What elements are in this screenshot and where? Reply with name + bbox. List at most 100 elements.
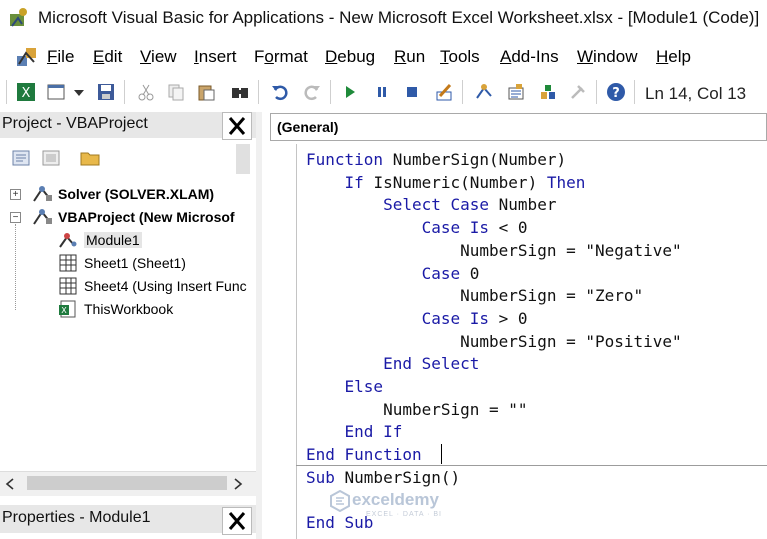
- watermark-subtext: EXCEL · DATA · BI: [366, 511, 442, 518]
- vba-project-icon: [33, 186, 52, 202]
- object-browser-icon[interactable]: [538, 82, 558, 102]
- scroll-right-icon[interactable]: [232, 477, 244, 491]
- scroll-left-icon[interactable]: [4, 477, 16, 491]
- menu-addins[interactable]: Add-Ins: [500, 47, 559, 67]
- tree-item-thisworkbook[interactable]: ThisWorkbook: [84, 301, 173, 317]
- properties-pane-close-button[interactable]: [222, 507, 252, 535]
- module-icon: [59, 233, 77, 248]
- insert-userform-icon[interactable]: [46, 82, 66, 102]
- design-mode-icon[interactable]: [434, 82, 454, 102]
- menu-debug[interactable]: Debug: [325, 47, 375, 67]
- code-line[interactable]: End Sub: [306, 513, 373, 533]
- standard-toolbar: X ? Ln 14, Col 13: [0, 74, 767, 110]
- view-code-icon[interactable]: [12, 150, 30, 166]
- text-caret: [441, 444, 442, 464]
- find-icon[interactable]: [230, 82, 250, 102]
- tree-line: [15, 224, 17, 310]
- close-icon: [228, 512, 246, 530]
- paste-icon[interactable]: [196, 82, 216, 102]
- menu-run[interactable]: Run: [394, 47, 425, 67]
- toolbar-separator: [330, 80, 331, 104]
- tree-expander[interactable]: −: [10, 212, 21, 223]
- code-line[interactable]: Select Case Number: [306, 195, 556, 215]
- properties-icon[interactable]: [506, 82, 526, 102]
- menu-tools[interactable]: Tools: [440, 47, 480, 67]
- tree-expander[interactable]: +: [10, 189, 21, 200]
- tree-item-vbaproject[interactable]: VBAProject (New Microsof: [58, 209, 235, 225]
- object-dropdown-value: (General): [277, 119, 339, 135]
- code-line[interactable]: Case Is > 0: [306, 309, 528, 329]
- help-icon[interactable]: ?: [606, 82, 626, 102]
- undo-icon[interactable]: [270, 82, 290, 102]
- menu-edit[interactable]: Edit: [93, 47, 122, 67]
- redo-icon[interactable]: [302, 82, 322, 102]
- reset-icon[interactable]: [402, 82, 422, 102]
- toolbar-separator: [462, 80, 463, 104]
- run-icon[interactable]: [340, 82, 360, 102]
- procedure-separator: [296, 465, 767, 466]
- sheet-icon: [59, 277, 77, 295]
- code-line[interactable]: Else: [306, 377, 384, 397]
- code-line[interactable]: End If: [306, 422, 403, 442]
- menu-help[interactable]: Help: [656, 47, 691, 67]
- code-line[interactable]: NumberSign = "Negative": [306, 241, 682, 261]
- save-icon[interactable]: [96, 82, 116, 102]
- toolbar-separator: [634, 80, 635, 104]
- watermark-logo-icon: [330, 490, 350, 512]
- toolbar-separator: [124, 80, 125, 104]
- project-vscroll[interactable]: [236, 144, 250, 174]
- cursor-position: Ln 14, Col 13: [645, 84, 747, 103]
- code-line[interactable]: NumberSign = "Zero": [306, 286, 643, 306]
- svg-text:X: X: [22, 86, 31, 101]
- toolbar-separator: [596, 80, 597, 104]
- menu-insert[interactable]: Insert: [194, 47, 237, 67]
- watermark-text: exceldemy: [352, 490, 439, 509]
- properties-pane-title: Properties - Module1: [0, 505, 256, 533]
- vba-project-icon: [33, 209, 52, 225]
- cut-icon[interactable]: [136, 82, 156, 102]
- tree-item-sheet1[interactable]: Sheet1 (Sheet1): [84, 255, 186, 271]
- toggle-folders-icon[interactable]: [80, 150, 100, 166]
- toolbox-icon[interactable]: [568, 82, 588, 102]
- copy-icon[interactable]: [166, 82, 186, 102]
- menu-format[interactable]: Format: [254, 47, 308, 67]
- project-pane-title: Project - VBAProject: [0, 112, 256, 138]
- properties-pane-title-text: Properties - Module1: [2, 509, 151, 526]
- code-line[interactable]: End Function: [306, 445, 422, 465]
- code-line[interactable]: NumberSign = "": [306, 400, 528, 420]
- close-icon: [228, 117, 246, 135]
- object-dropdown[interactable]: (General): [270, 113, 767, 141]
- project-explorer-icon[interactable]: [474, 82, 494, 102]
- menu-window[interactable]: Window: [577, 47, 637, 67]
- tree-item-sheet4[interactable]: Sheet4 (Using Insert Func: [84, 278, 247, 294]
- project-hscroll[interactable]: [0, 471, 256, 496]
- code-line[interactable]: Case 0: [306, 264, 480, 284]
- svg-text:X: X: [61, 306, 67, 315]
- project-tree: + Solver (SOLVER.XLAM) − VBAProject (New…: [0, 178, 257, 470]
- code-margin[interactable]: [262, 144, 297, 539]
- code-line[interactable]: Sub NumberSign(): [306, 468, 460, 488]
- code-line[interactable]: End Select: [306, 354, 479, 374]
- sheet-icon: [59, 254, 77, 272]
- tree-item-solver[interactable]: Solver (SOLVER.XLAM): [58, 186, 214, 202]
- code-line[interactable]: Function NumberSign(Number): [306, 150, 566, 170]
- menu-bar: File Edit View Insert Format Debug Run Tools Add…: [0, 40, 767, 74]
- view-object-icon[interactable]: [42, 150, 60, 166]
- vba-menu-icon[interactable]: [14, 44, 40, 70]
- toolbar-grip: [6, 80, 7, 104]
- scroll-thumb[interactable]: [27, 476, 227, 490]
- code-line[interactable]: If IsNumeric(Number) Then: [306, 173, 586, 193]
- window-title: Microsoft Visual Basic for Applications …: [38, 8, 760, 27]
- dropdown-icon[interactable]: [72, 82, 86, 102]
- project-pane-close-button[interactable]: [222, 112, 252, 140]
- code-line[interactable]: Case Is < 0: [306, 218, 528, 238]
- menu-view[interactable]: View: [140, 47, 177, 67]
- code-line[interactable]: NumberSign = "Positive": [306, 332, 682, 352]
- menu-file[interactable]: File: [47, 47, 74, 67]
- excel-icon[interactable]: X: [16, 82, 36, 102]
- project-pane-toolbar: [0, 140, 256, 176]
- break-icon[interactable]: [372, 82, 392, 102]
- project-pane-title-text: Project - VBAProject: [2, 115, 148, 132]
- svg-text:?: ?: [612, 86, 620, 101]
- tree-item-module1[interactable]: Module1: [84, 232, 142, 248]
